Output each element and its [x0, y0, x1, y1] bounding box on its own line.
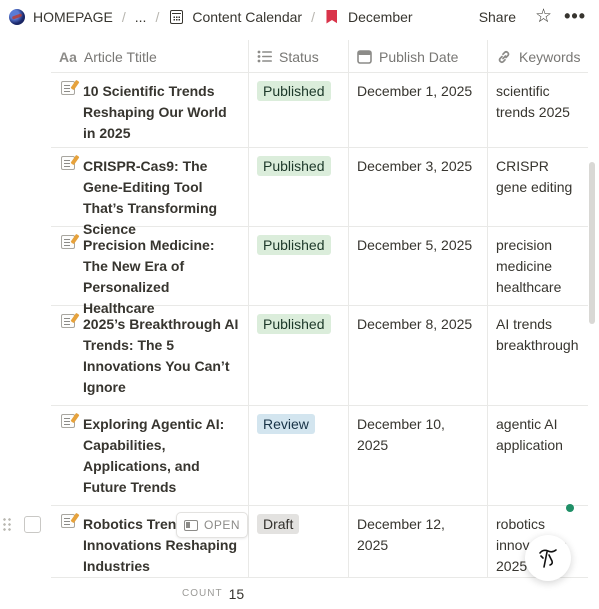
status-cell[interactable]: Published: [249, 227, 349, 305]
keywords-cell[interactable]: AI trends breakthrough: [488, 306, 588, 405]
column-header-label: Keywords: [519, 48, 581, 65]
keywords-cell[interactable]: precision medicine healthcare: [488, 227, 588, 305]
table-row[interactable]: 10 Scientific Trends Reshaping Our World…: [51, 73, 588, 148]
page-actions: Share ☆ •••: [479, 0, 599, 33]
publish-date: December 3, 2025: [357, 158, 473, 174]
star-icon[interactable]: ☆: [535, 7, 552, 26]
column-header-label: Article Ttitle: [83, 48, 157, 65]
online-status-dot: [566, 504, 574, 512]
breadcrumb-content-calendar[interactable]: Content Calendar: [166, 5, 304, 29]
publish-date: December 12, 2025: [357, 516, 445, 553]
breadcrumb-separator: /: [311, 8, 315, 25]
breadcrumb-homepage-label: HOMEPAGE: [33, 8, 113, 25]
article-title: 2025’s Breakthrough AI Trends: The 5 Inn…: [83, 316, 239, 395]
status-cell[interactable]: Published: [249, 73, 349, 147]
column-header-status[interactable]: Status: [249, 40, 349, 73]
column-header-publish-date[interactable]: Publish Date: [349, 40, 488, 73]
date-cell[interactable]: December 5, 2025: [349, 227, 488, 305]
breadcrumb-ellipsis[interactable]: ...: [133, 5, 149, 29]
article-title: Exploring Agentic AI: Capabilities, Appl…: [83, 416, 225, 495]
table-row[interactable]: Robotics Trends: 10 Innovations Reshapin…: [51, 506, 588, 577]
count-value: 15: [228, 585, 245, 602]
link-icon: [496, 49, 512, 65]
side-peek-icon: [184, 519, 198, 531]
calendar-icon: [357, 49, 372, 64]
date-cell[interactable]: December 10, 2025: [349, 406, 488, 505]
publish-date: December 1, 2025: [357, 83, 473, 99]
page-icon: [61, 414, 75, 428]
table-footer: COUNT 15: [51, 577, 588, 609]
keywords-text: precision medicine healthcare: [496, 237, 562, 295]
date-cell[interactable]: December 3, 2025: [349, 148, 488, 226]
share-button[interactable]: Share: [479, 9, 516, 25]
keywords-cell[interactable]: scientific trends 2025: [488, 73, 588, 147]
status-badge: Published: [257, 156, 331, 176]
count-label: COUNT: [182, 588, 223, 599]
keywords-text: scientific trends 2025: [496, 83, 570, 120]
open-button-label: OPEN: [204, 518, 241, 532]
title-cell[interactable]: Exploring Agentic AI: Capabilities, Appl…: [51, 406, 249, 505]
date-cell[interactable]: December 8, 2025: [349, 306, 488, 405]
column-header-label: Status: [279, 48, 319, 65]
keywords-text: CRISPR gene editing: [496, 158, 573, 195]
bookmark-icon: [324, 9, 340, 25]
breadcrumb-december[interactable]: December: [322, 5, 415, 29]
vertical-scrollbar[interactable]: [589, 162, 595, 324]
status-cell[interactable]: Published: [249, 306, 349, 405]
status-badge: Published: [257, 81, 331, 101]
status-badge: Review: [257, 414, 315, 434]
assistant-face-icon: [539, 549, 557, 568]
status-badge: Draft: [257, 514, 300, 534]
row-select-checkbox[interactable]: [24, 516, 41, 533]
breadcrumb-separator: /: [155, 8, 160, 25]
globe-icon: [9, 8, 25, 25]
title-cell[interactable]: 2025’s Breakthrough AI Trends: The 5 Inn…: [51, 306, 249, 405]
status-cell[interactable]: Review: [249, 406, 349, 505]
publish-date: December 8, 2025: [357, 316, 473, 332]
title-cell[interactable]: CRISPR-Cas9: The Gene-Editing Tool That’…: [51, 148, 249, 237]
breadcrumb-separator: /: [121, 8, 126, 25]
column-header-label: Publish Date: [379, 48, 459, 65]
list-icon: [257, 50, 272, 63]
date-cell[interactable]: December 12, 2025: [349, 506, 488, 577]
column-header-keywords[interactable]: Keywords: [488, 40, 588, 73]
breadcrumb-content-calendar-label: Content Calendar: [192, 8, 303, 25]
table-header: Aa Article Ttitle Status Publish Date Ke…: [51, 40, 588, 73]
page-icon: [61, 514, 75, 528]
publish-date: December 10, 2025: [357, 416, 445, 453]
keywords-cell[interactable]: CRISPR gene editing: [488, 148, 588, 226]
table-row[interactable]: CRISPR-Cas9: The Gene-Editing Tool That’…: [51, 148, 588, 237]
table-row[interactable]: Precision Medicine: The New Era of Perso…: [51, 227, 588, 316]
table-row[interactable]: Exploring Agentic AI: Capabilities, Appl…: [51, 406, 588, 506]
page-icon: [61, 156, 75, 170]
page-icon: [61, 314, 75, 328]
status-badge: Published: [257, 314, 331, 334]
drag-handle-icon[interactable]: [2, 517, 12, 533]
ai-assistant-button[interactable]: [525, 535, 571, 581]
breadcrumb-homepage[interactable]: HOMEPAGE: [7, 5, 115, 29]
status-badge: Published: [257, 235, 331, 255]
status-cell[interactable]: Published: [249, 148, 349, 226]
date-cell[interactable]: December 1, 2025: [349, 73, 488, 147]
article-title: 10 Scientific Trends Reshaping Our World…: [83, 83, 227, 141]
title-icon: Aa: [59, 48, 77, 65]
table-row[interactable]: 2025’s Breakthrough AI Trends: The 5 Inn…: [51, 306, 588, 406]
title-cell[interactable]: 10 Scientific Trends Reshaping Our World…: [51, 73, 249, 147]
page-icon: [61, 235, 75, 249]
open-page-button[interactable]: OPEN: [176, 512, 249, 538]
status-cell[interactable]: Draft: [249, 506, 349, 577]
keywords-text: AI trends breakthrough: [496, 316, 579, 353]
keywords-cell[interactable]: agentic AI application: [488, 406, 588, 505]
publish-date: December 5, 2025: [357, 237, 473, 253]
page-icon: [61, 81, 75, 95]
breadcrumb-ellipsis-label: ...: [134, 8, 147, 25]
table-body: 10 Scientific Trends Reshaping Our World…: [51, 73, 599, 577]
more-options-button[interactable]: •••: [564, 6, 586, 27]
column-header-article-title[interactable]: Aa Article Ttitle: [51, 40, 249, 73]
calendar-icon: [168, 9, 184, 25]
title-cell[interactable]: Precision Medicine: The New Era of Perso…: [51, 227, 249, 316]
breadcrumb-december-label: December: [347, 8, 413, 25]
keywords-text: agentic AI application: [496, 416, 563, 453]
